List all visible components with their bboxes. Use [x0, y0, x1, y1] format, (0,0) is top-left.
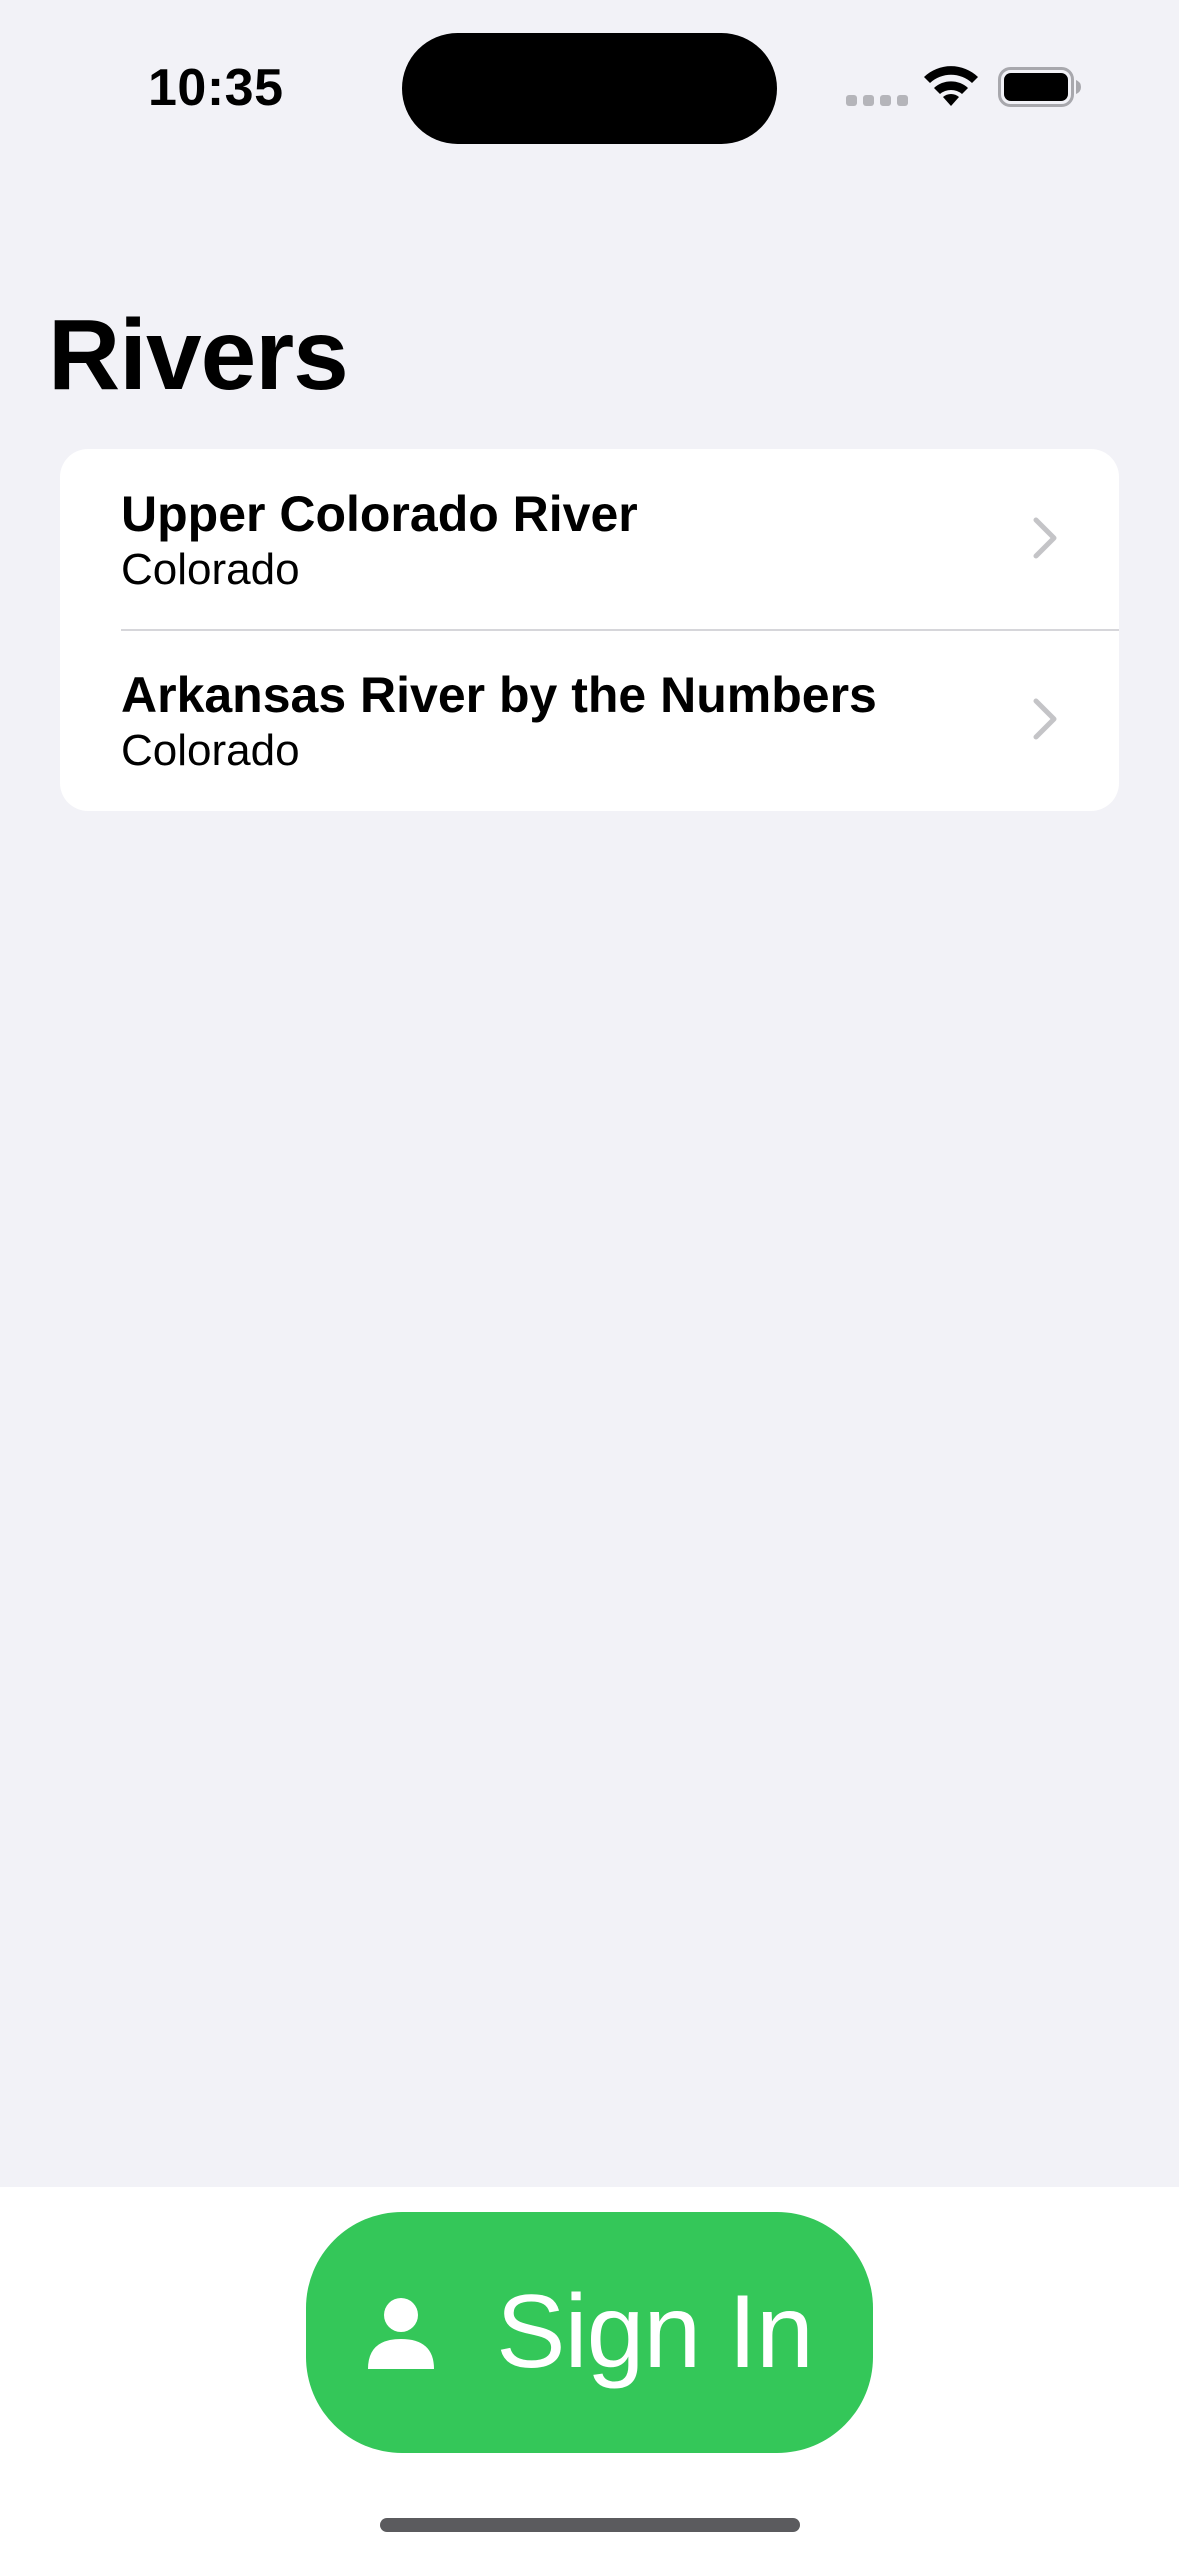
river-title: Upper Colorado River [121, 486, 638, 542]
list-item[interactable]: Arkansas River by the Numbers Colorado [60, 630, 1119, 811]
battery-icon [998, 67, 1081, 107]
signal-dots-icon [846, 95, 908, 106]
wifi-icon [924, 66, 978, 106]
home-indicator[interactable] [380, 2518, 800, 2532]
status-time: 10:35 [148, 59, 284, 117]
sign-in-button[interactable]: Sign In [306, 2212, 873, 2453]
chevron-right-icon [1033, 698, 1057, 740]
person-icon [368, 2297, 435, 2369]
sign-in-label: Sign In [496, 2274, 814, 2390]
chevron-right-icon [1033, 517, 1057, 559]
river-subtitle: Colorado [121, 726, 300, 775]
page-title: Rivers [48, 299, 349, 411]
river-subtitle: Colorado [121, 545, 300, 594]
status-bar: 10:35 [0, 0, 1179, 170]
list-item[interactable]: Upper Colorado River Colorado [60, 449, 1119, 631]
bottom-bar: Sign In [0, 2187, 1179, 2556]
rivers-list: Upper Colorado River Colorado Arkansas R… [60, 449, 1119, 811]
river-title: Arkansas River by the Numbers [121, 667, 877, 723]
dynamic-island [402, 33, 777, 144]
